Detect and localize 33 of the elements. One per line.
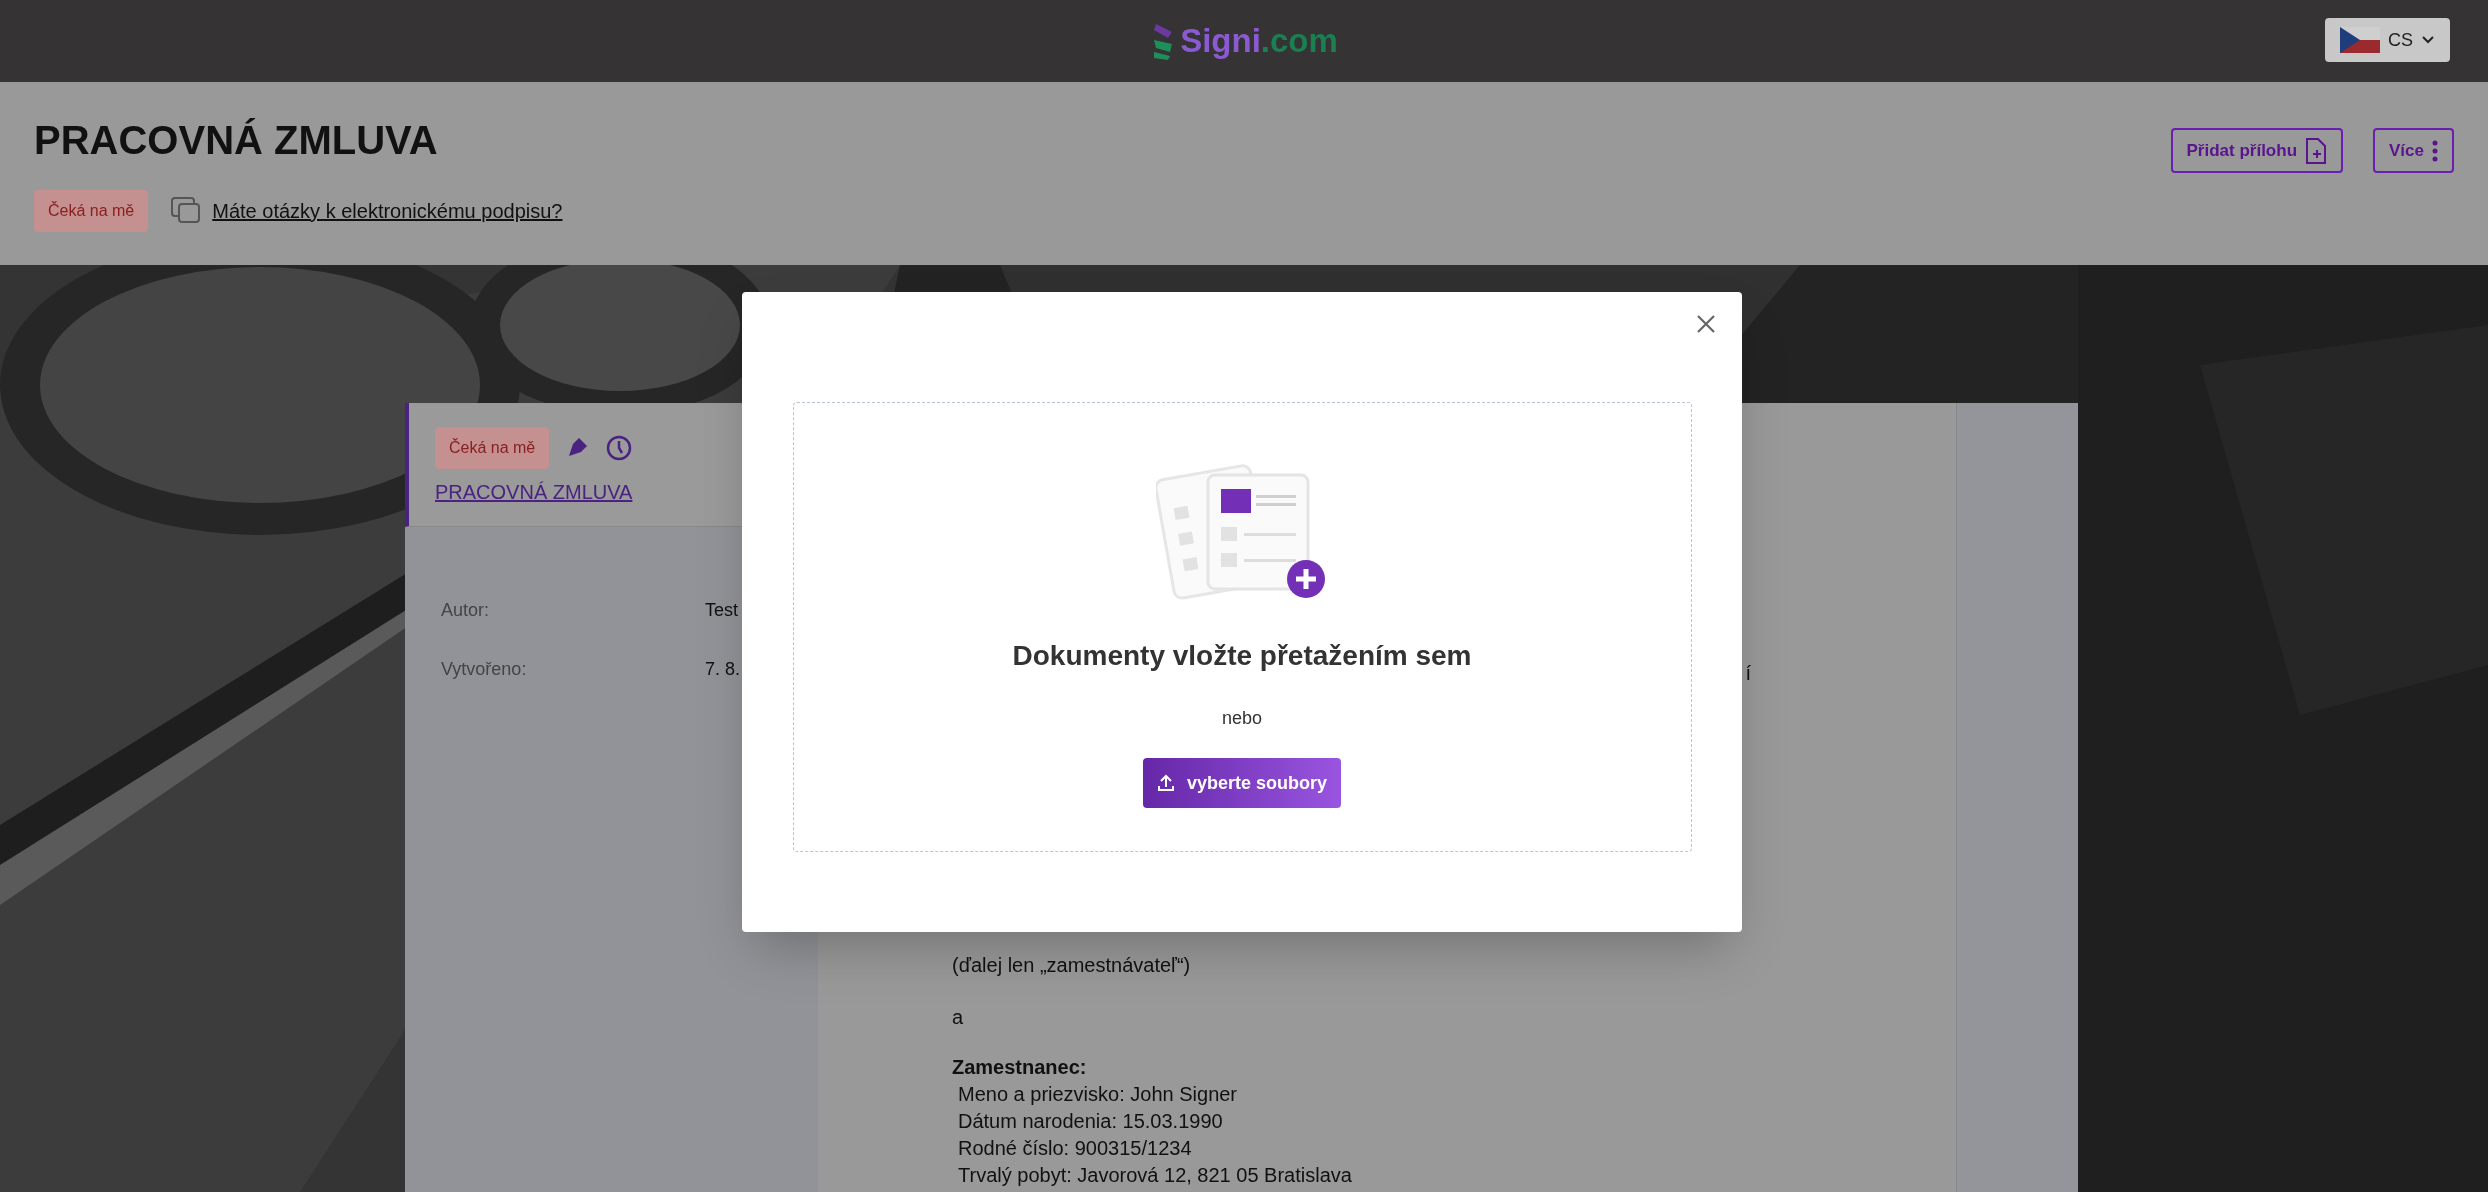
document-text: í [1745, 661, 1751, 686]
document-paragraph: a [952, 1005, 965, 1030]
dialog-heading: Dokumenty vložte přetažením sem [1012, 639, 1472, 673]
page-title: PRACOVNÁ ZMLUVA [34, 117, 439, 164]
more-button[interactable]: Více [2373, 128, 2454, 173]
detail-label: Autor: [441, 599, 491, 622]
document-line: Meno a priezvisko: John Signer [957, 1082, 1239, 1107]
detail-label: Vytvořeno: [441, 658, 528, 681]
section-heading: Zamestnanec: [952, 1055, 1088, 1080]
document-line: Trvalý pobyt: Javorová 12, 821 05 Bratislava [957, 1163, 1353, 1188]
status-badge: Čeká na mě [34, 190, 149, 232]
document-title-link[interactable]: PRACOVNÁ ZMLUVA [435, 477, 633, 507]
more-vertical-icon [2432, 139, 2438, 162]
drop-zone[interactable]: Dokumenty vložte přetažením sem nebo vyberte soubory [792, 402, 1692, 852]
language-selector[interactable]: CS [2325, 18, 2450, 62]
choose-files-button[interactable]: vyberte soubory [1143, 758, 1341, 808]
document-line: Dátum narodenia: 15.03.1990 [957, 1109, 1224, 1134]
help-link[interactable]: Máte otázky k elektronickému podpisu? [212, 196, 563, 226]
add-attachment-button[interactable]: Přidat přílohu [2170, 128, 2343, 173]
chevron-down-icon [2421, 35, 2435, 45]
help-chat-icon [170, 196, 203, 226]
upload-icon [1156, 774, 1175, 792]
document-paragraph: (ďalej len „zamestnávateľ“) [952, 953, 1192, 978]
detail-value: Test [705, 599, 738, 622]
detail-value: 7. 8. [705, 658, 741, 681]
document-line: Rodné číslo: 900315/1234 [957, 1136, 1193, 1161]
status-badge: Čeká na mě [435, 427, 550, 469]
clock-icon [605, 434, 634, 462]
file-plus-icon [2305, 136, 2327, 165]
close-icon [1696, 314, 1716, 334]
separator-text: nebo [1221, 707, 1262, 730]
flag-icon [2340, 27, 2380, 53]
logo-text: Signi.com [1180, 21, 1338, 62]
